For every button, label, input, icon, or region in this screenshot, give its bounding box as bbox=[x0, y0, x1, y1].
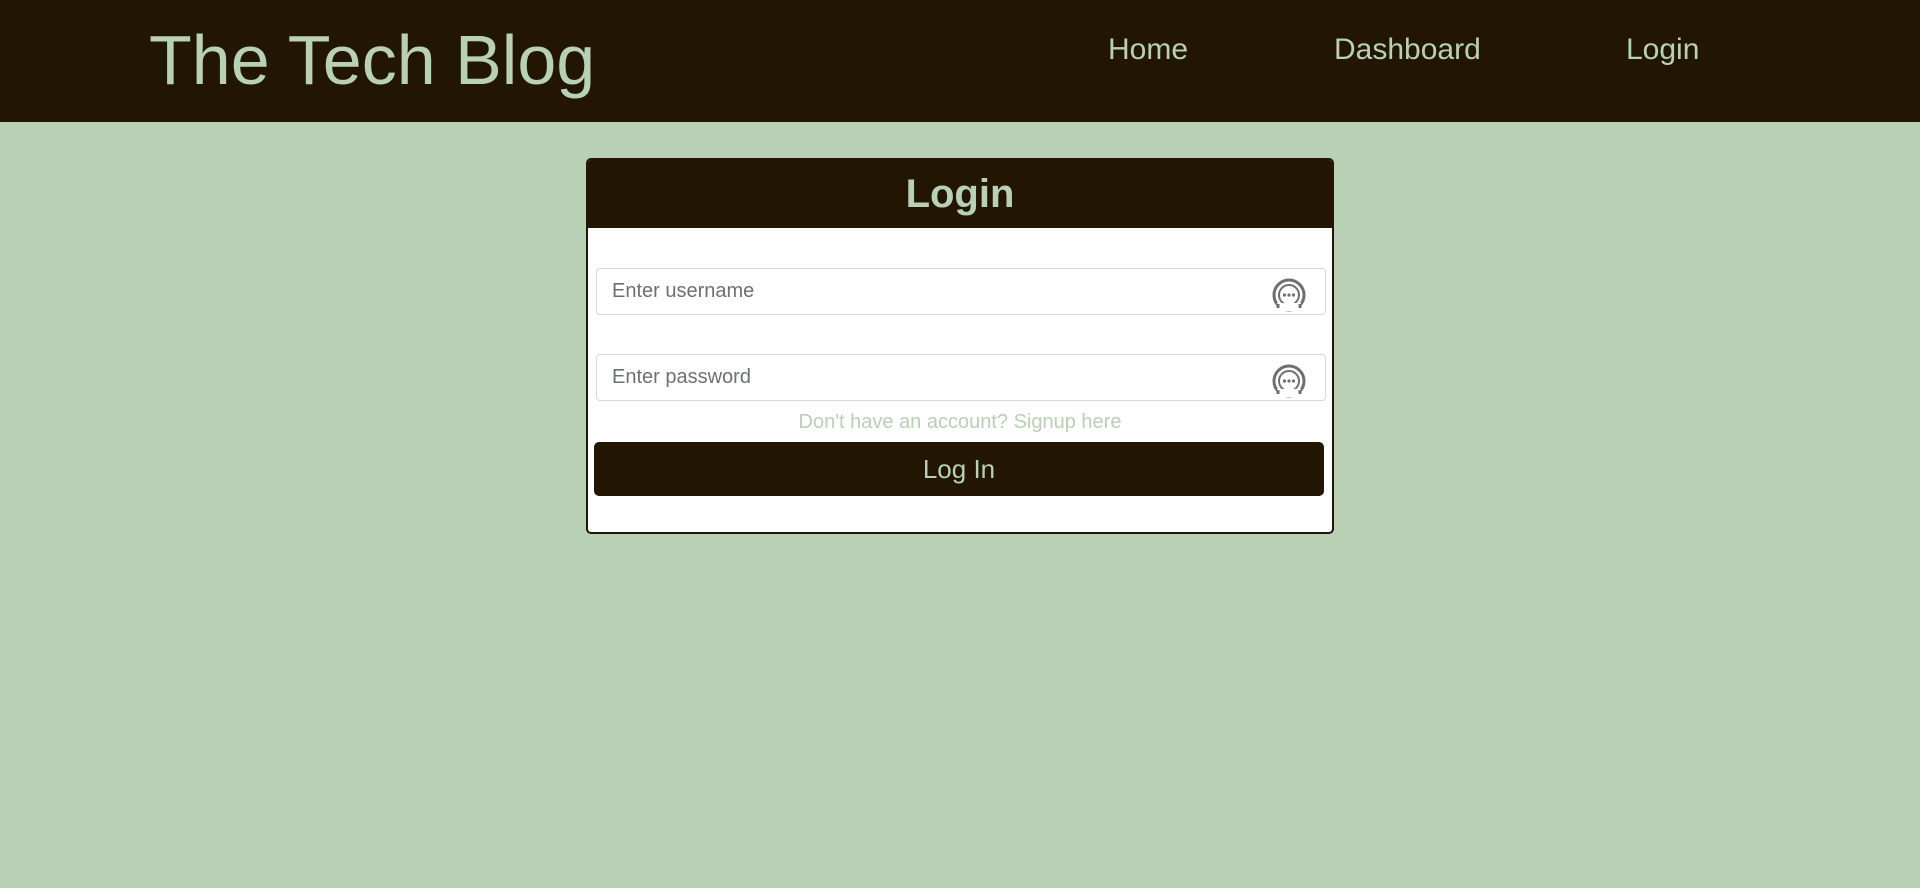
login-card-header: Login bbox=[588, 160, 1332, 228]
login-button-label: Log In bbox=[922, 454, 996, 484]
username-field[interactable] bbox=[596, 268, 1326, 315]
signup-link[interactable]: Don't have an account? Signup here bbox=[588, 410, 1332, 434]
password-field[interactable] bbox=[596, 354, 1326, 401]
password-manager-icon[interactable] bbox=[1272, 278, 1306, 312]
password-manager-icon[interactable] bbox=[1272, 364, 1306, 398]
login-card: Login Enter username Don't have an accou… bbox=[586, 158, 1334, 534]
username-input[interactable] bbox=[597, 269, 1257, 314]
login-button[interactable]: Log In bbox=[594, 442, 1324, 496]
navbar: The Tech Blog Home Dashboard Login bbox=[0, 0, 1920, 122]
nav-link-home[interactable]: Home bbox=[1108, 32, 1188, 68]
nav-link-login[interactable]: Login bbox=[1626, 32, 1699, 68]
password-input[interactable] bbox=[597, 355, 1257, 400]
login-card-title: Login bbox=[905, 172, 1015, 216]
nav-link-dashboard[interactable]: Dashboard bbox=[1334, 32, 1481, 68]
site-brand[interactable]: The Tech Blog bbox=[149, 18, 595, 102]
